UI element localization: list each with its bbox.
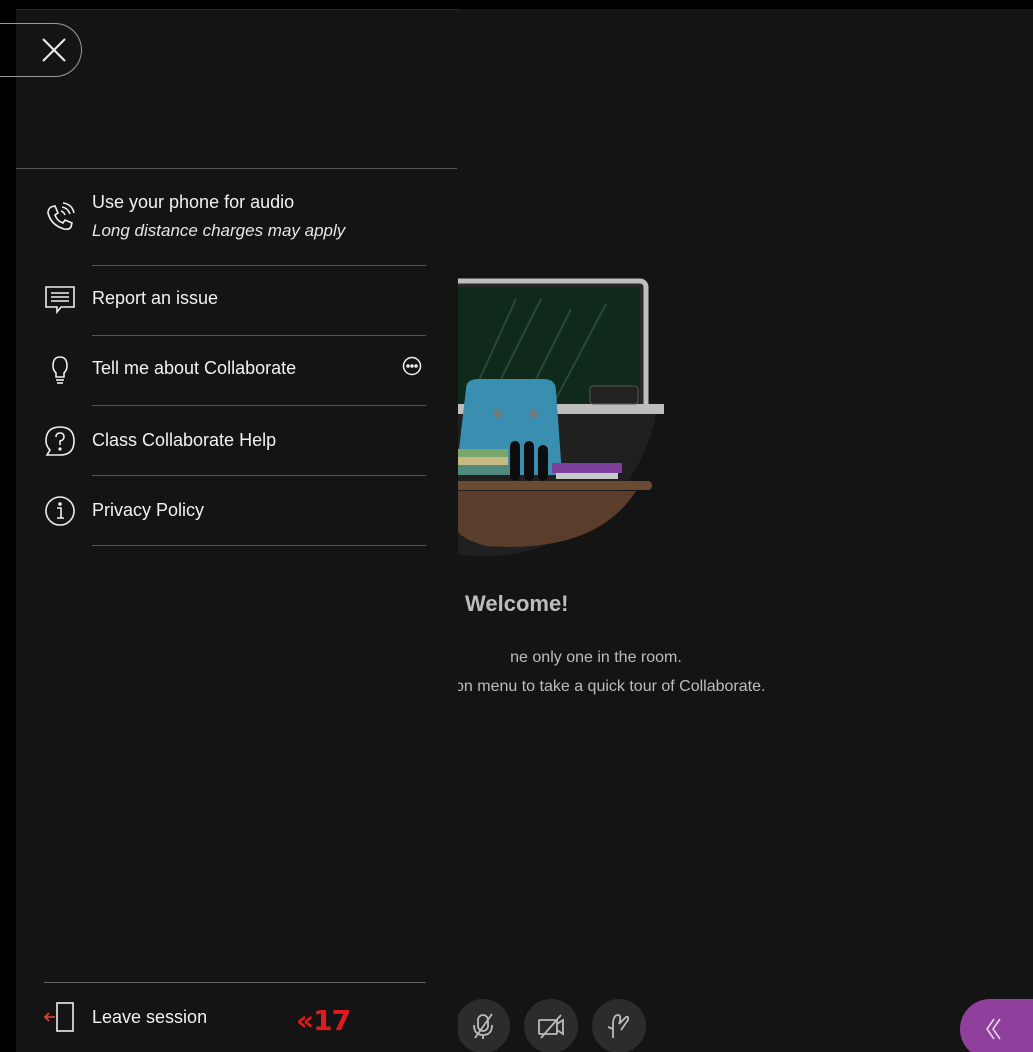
raise-hand-button[interactable] bbox=[592, 999, 646, 1052]
panel-divider bbox=[44, 982, 426, 983]
camera-off-icon bbox=[538, 1014, 564, 1039]
more-options-icon[interactable] bbox=[402, 356, 422, 381]
close-icon bbox=[42, 38, 66, 62]
leave-session-button[interactable]: Leave session bbox=[16, 998, 442, 1048]
report-icon bbox=[42, 282, 78, 318]
microphone-muted-icon bbox=[473, 1013, 493, 1039]
session-menu-panel: Use your phone for audio Long distance c… bbox=[0, 9, 458, 1052]
menu-item-privacy-policy[interactable]: Privacy Policy bbox=[16, 476, 442, 546]
microphone-button[interactable] bbox=[456, 999, 510, 1052]
camera-button[interactable] bbox=[524, 999, 578, 1052]
phone-icon bbox=[42, 200, 78, 236]
menu-item-label: Use your phone for audio bbox=[92, 192, 295, 212]
welcome-title: Welcome! bbox=[465, 591, 569, 616]
chevron-left-icon bbox=[986, 1018, 1001, 1040]
help-icon bbox=[42, 423, 78, 459]
menu-item-label: Class Collaborate Help bbox=[92, 430, 277, 450]
leave-session-icon bbox=[42, 999, 78, 1035]
menu-item-tell-me-about-collaborate[interactable]: Tell me about Collaborate bbox=[16, 336, 442, 406]
menu-item-label: Report an issue bbox=[92, 288, 219, 308]
menu-item-label: Tell me about Collaborate bbox=[92, 358, 297, 378]
annotation-marker: «17 bbox=[296, 1004, 351, 1037]
expand-panel-button[interactable] bbox=[960, 999, 1033, 1052]
menu-item-phone-audio[interactable]: Use your phone for audio Long distance c… bbox=[16, 180, 442, 276]
info-icon bbox=[42, 493, 78, 529]
media-controls bbox=[456, 999, 646, 1052]
menu-divider bbox=[92, 545, 426, 546]
panel-divider bbox=[16, 168, 457, 169]
lightbulb-icon bbox=[42, 352, 78, 388]
app-window: Welcome! ne only one in the room. ession… bbox=[0, 0, 1033, 1052]
menu-item-label: Privacy Policy bbox=[92, 500, 205, 520]
close-menu-button[interactable] bbox=[0, 23, 82, 77]
menu-item-report-issue[interactable]: Report an issue bbox=[16, 266, 442, 336]
menu-item-help[interactable]: Class Collaborate Help bbox=[16, 406, 442, 476]
menu-item-sublabel: Long distance charges may apply bbox=[92, 221, 346, 240]
leave-session-label: Leave session bbox=[92, 1007, 208, 1027]
raise-hand-icon bbox=[607, 1014, 630, 1038]
